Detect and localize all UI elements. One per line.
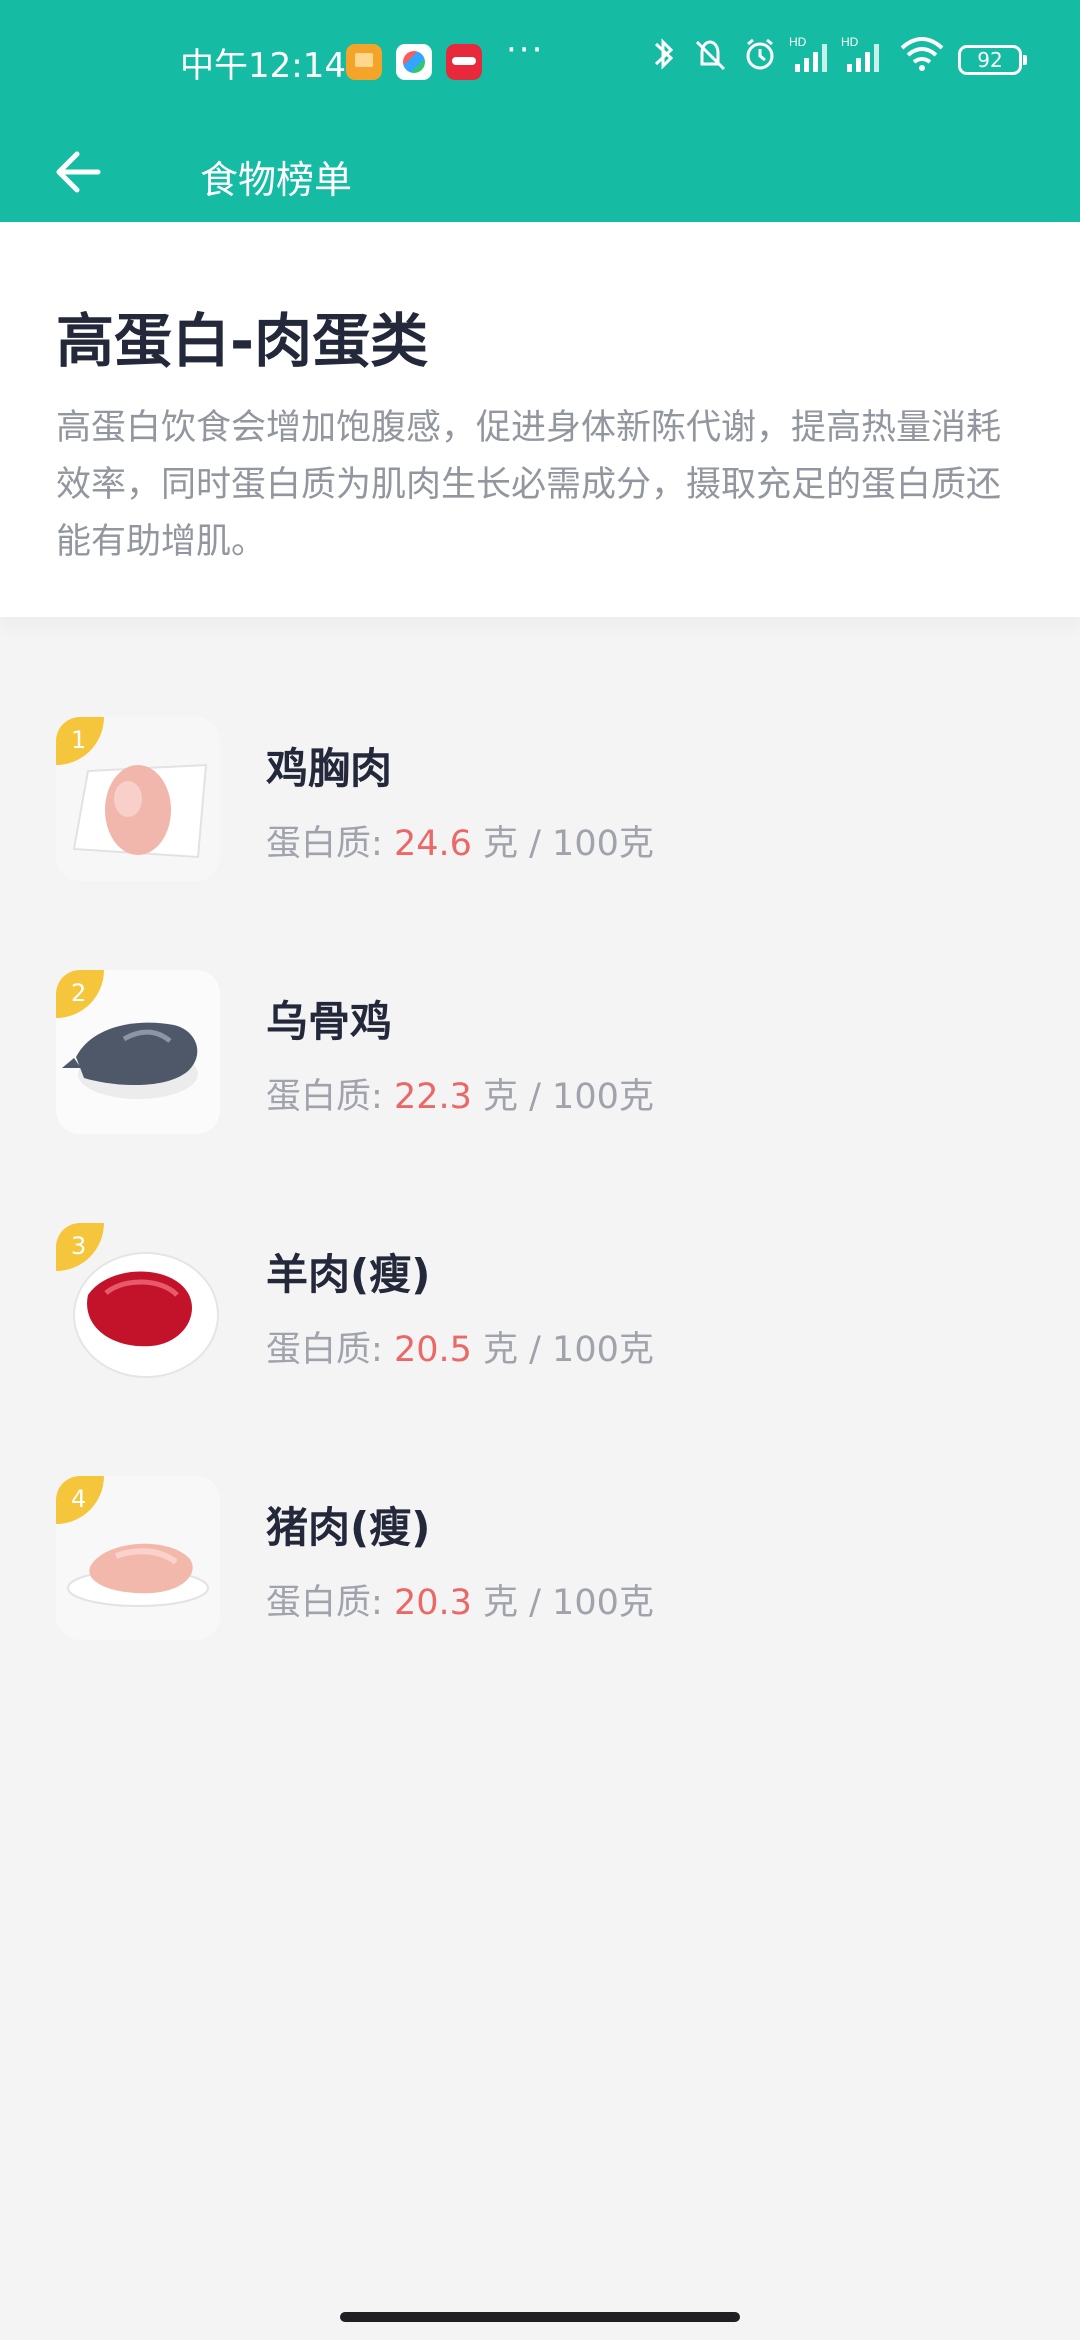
bluetooth-icon — [654, 38, 674, 70]
protein-unit: 克 / 100克 — [483, 824, 654, 864]
more-notifications-icon: ··· — [506, 30, 545, 70]
protein-unit: 克 / 100克 — [483, 1583, 654, 1623]
notification-app-icon — [446, 44, 482, 80]
protein-info: 蛋白质: 22.3 克 / 100克 — [266, 1068, 654, 1119]
status-bar: 中午12:14 ··· HD HD 92 — [0, 0, 1080, 122]
protein-label: 蛋白质: — [266, 1330, 383, 1370]
protein-unit: 克 / 100克 — [483, 1330, 654, 1370]
rank-number: 1 — [71, 726, 87, 754]
food-list: 1 鸡胸肉 蛋白质: 24.6 克 / 100克 2 乌骨鸡 蛋白质: 22.3… — [0, 717, 1080, 1729]
silent-icon — [695, 40, 726, 71]
food-name: 乌骨鸡 — [266, 997, 393, 1046]
food-name: 鸡胸肉 — [266, 744, 393, 793]
page-title: 食物榜单 — [200, 158, 353, 202]
protein-value: 20.3 — [393, 1583, 472, 1623]
protein-label: 蛋白质: — [266, 824, 383, 864]
rank-number: 4 — [71, 1485, 87, 1513]
back-arrow-icon[interactable] — [50, 143, 108, 201]
svg-text:HD: HD — [789, 35, 807, 49]
food-name: 猪肉(瘦) — [266, 1503, 431, 1552]
protein-label: 蛋白质: — [266, 1077, 383, 1117]
rank-number: 2 — [71, 979, 87, 1007]
protein-value: 20.5 — [393, 1330, 472, 1370]
protein-info: 蛋白质: 24.6 克 / 100克 — [266, 815, 654, 866]
alarm-icon — [746, 38, 774, 70]
category-header: 高蛋白-肉蛋类 高蛋白饮食会增加饱腹感，促进身体新陈代谢，提高热量消耗效率，同时… — [0, 222, 1080, 617]
food-list-item[interactable]: 2 乌骨鸡 蛋白质: 22.3 克 / 100克 — [0, 970, 1080, 1223]
svg-text:HD: HD — [841, 35, 859, 49]
app-bar: 食物榜单 — [0, 122, 1080, 222]
notification-app-icon — [396, 44, 432, 80]
wifi-icon — [900, 37, 944, 71]
signal-icon: HD — [841, 35, 879, 72]
rank-number: 3 — [71, 1232, 87, 1260]
battery-icon: 92 — [958, 45, 1027, 75]
protein-value: 24.6 — [393, 824, 472, 864]
notification-app-icon — [346, 44, 382, 80]
protein-unit: 克 / 100克 — [483, 1077, 654, 1117]
status-time: 中午12:14 — [180, 46, 346, 86]
food-list-item[interactable]: 3 羊肉(瘦) 蛋白质: 20.5 克 / 100克 — [0, 1223, 1080, 1476]
category-description: 高蛋白饮食会增加饱腹感，促进身体新陈代谢，提高热量消耗效率，同时蛋白质为肌肉生长… — [56, 408, 1002, 562]
protein-value: 22.3 — [393, 1077, 472, 1117]
home-indicator[interactable] — [340, 2312, 740, 2322]
food-list-item[interactable]: 4 猪肉(瘦) 蛋白质: 20.3 克 / 100克 — [0, 1476, 1080, 1729]
protein-info: 蛋白质: 20.3 克 / 100克 — [266, 1574, 654, 1625]
protein-info: 蛋白质: 20.5 克 / 100克 — [266, 1321, 654, 1372]
signal-icon: HD — [789, 35, 827, 72]
food-name: 羊肉(瘦) — [266, 1250, 431, 1299]
food-list-item[interactable]: 1 鸡胸肉 蛋白质: 24.6 克 / 100克 — [0, 717, 1080, 970]
category-title: 高蛋白-肉蛋类 — [56, 307, 429, 375]
protein-label: 蛋白质: — [266, 1583, 383, 1623]
